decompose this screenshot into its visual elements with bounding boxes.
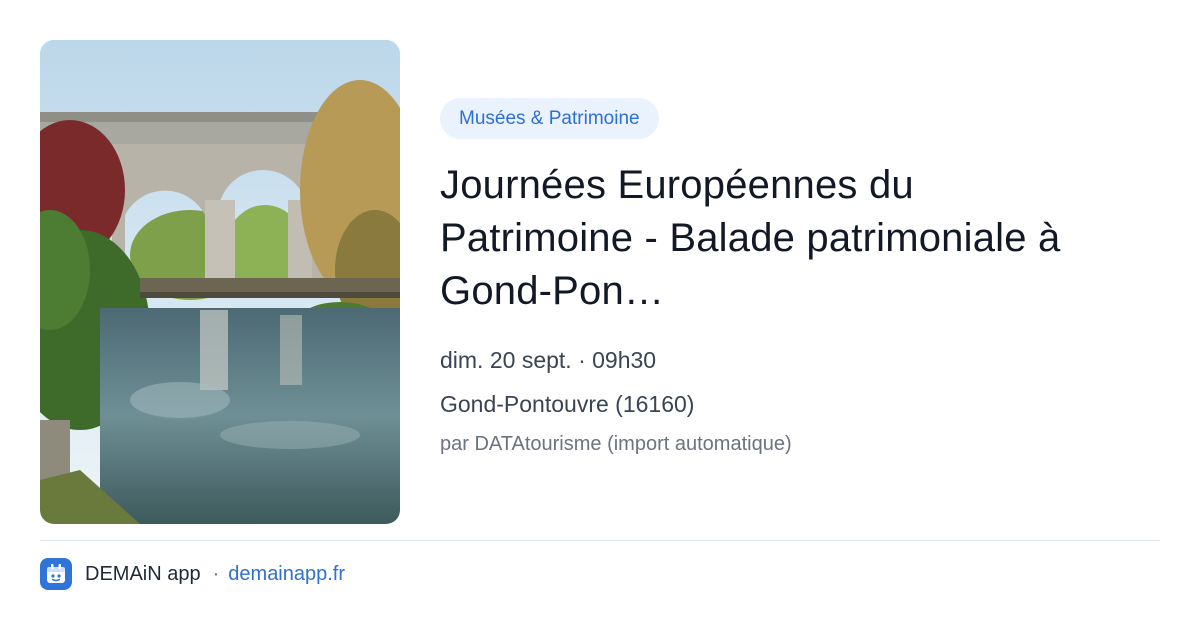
event-title[interactable]: Journées Européennes du Patrimoine - Bal…	[440, 159, 1160, 318]
event-title-line: Patrimoine - Balade patrimoniale à	[440, 216, 1061, 260]
event-details: Musées & Patrimoine Journées Européennes…	[440, 98, 1160, 458]
footer-separator: ·	[212, 562, 220, 585]
app-name: DEMAiN app	[85, 562, 201, 585]
event-location: Gond-Pontouvre (16160)	[440, 391, 695, 417]
viaduct-photo	[40, 40, 400, 524]
event-title-line: Journées Européennes du	[440, 163, 914, 207]
footer-divider	[40, 540, 1160, 541]
event-source: par DATAtourisme (import automatique)	[440, 433, 792, 455]
event-image[interactable]	[40, 40, 400, 524]
app-website-link[interactable]: demainapp.fr	[228, 563, 345, 586]
category-badge[interactable]: Musées & Patrimoine	[440, 98, 659, 139]
demain-logo-icon[interactable]	[40, 558, 72, 590]
footer: DEMAiN app · demainapp.fr	[40, 558, 345, 590]
event-datetime: dim. 20 sept. · 09h30	[440, 347, 657, 373]
event-title-line: Gond-Pon…	[440, 269, 665, 313]
